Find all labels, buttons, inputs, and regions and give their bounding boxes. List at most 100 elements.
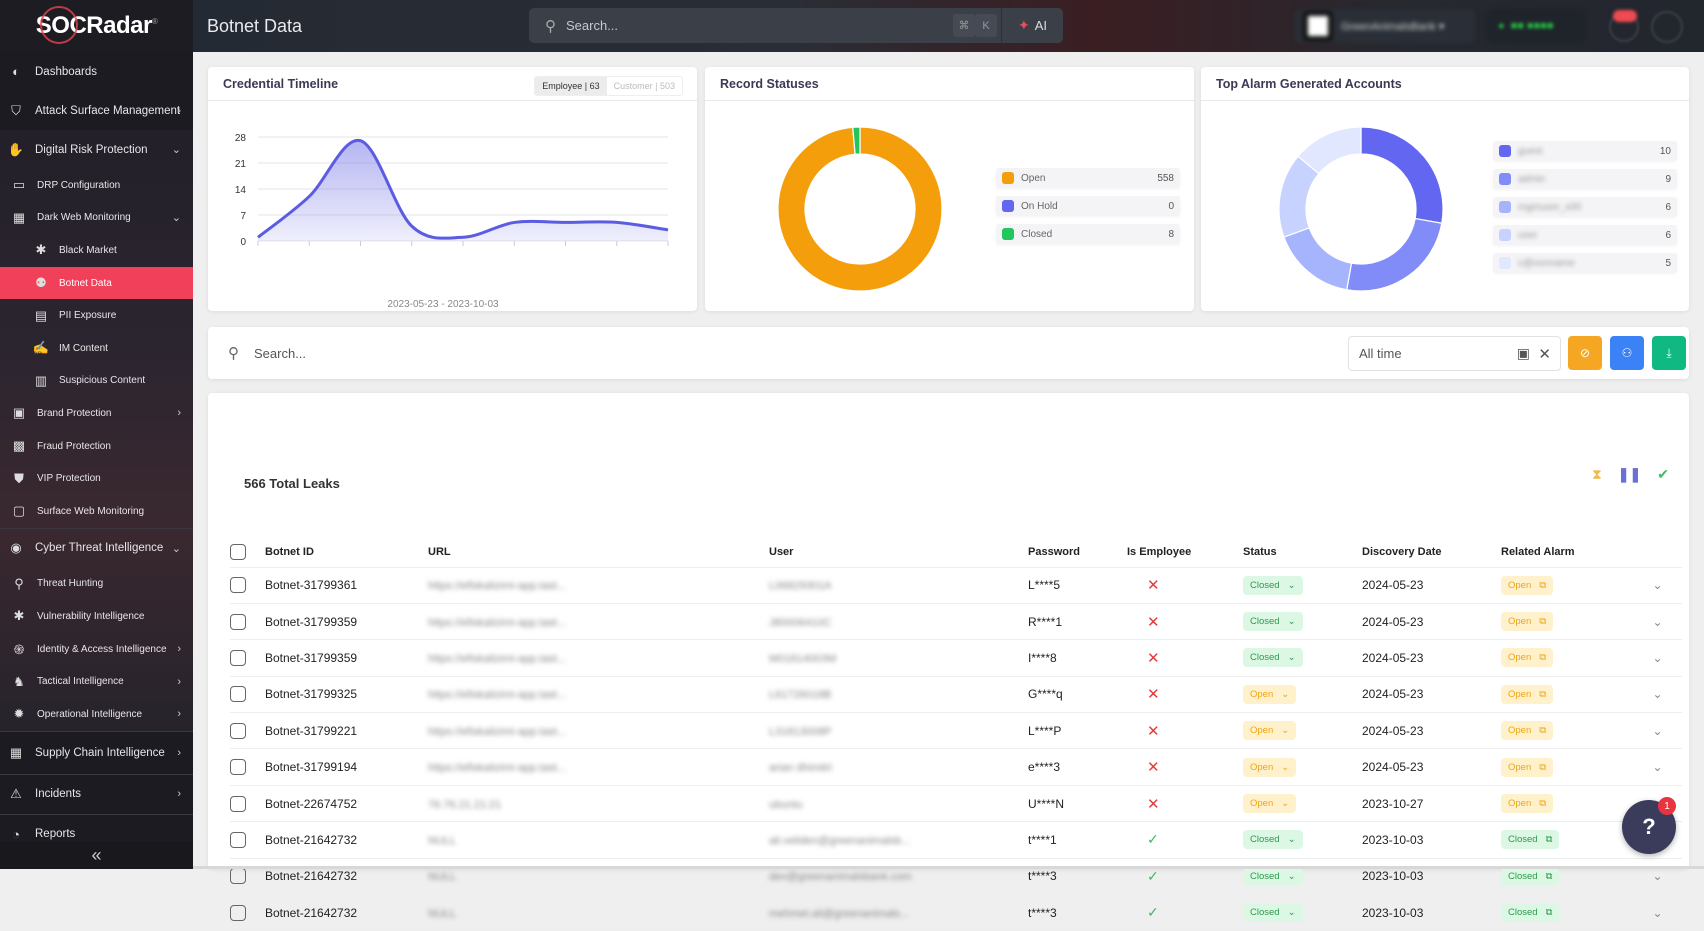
- table-row[interactable]: Botnet-21642732NULLali.veliden@greenanim…: [230, 822, 1682, 858]
- status-dropdown[interactable]: Open⌄: [1243, 758, 1296, 777]
- sidebar-item-incidents[interactable]: ⚠Incidents›: [0, 775, 193, 814]
- column-header[interactable]: Related Alarm: [1501, 538, 1633, 567]
- user-menu-button[interactable]: [1651, 11, 1683, 43]
- user-history-button[interactable]: ⚇: [1610, 336, 1644, 370]
- status-dropdown[interactable]: Closed⌄: [1243, 648, 1303, 667]
- related-alarm-link[interactable]: Closed⧉: [1501, 830, 1559, 849]
- related-alarm-link[interactable]: Open⧉: [1501, 576, 1553, 595]
- table-search-input[interactable]: Search...: [254, 346, 306, 361]
- sidebar-item-surface-web-monitoring[interactable]: ▢Surface Web Monitoring: [0, 495, 193, 528]
- legend-item[interactable]: Open558: [996, 168, 1180, 188]
- related-alarm-link[interactable]: Closed⧉: [1501, 867, 1559, 886]
- legend-item[interactable]: guest10: [1493, 141, 1677, 161]
- row-checkbox[interactable]: [230, 868, 246, 884]
- expand-row-icon[interactable]: ⌄: [1652, 578, 1662, 592]
- status-dropdown[interactable]: Closed⌄: [1243, 612, 1303, 631]
- sidebar-item-brand-protection[interactable]: ▣Brand Protection›: [0, 397, 193, 430]
- column-header[interactable]: Status: [1243, 538, 1362, 567]
- legend-item[interactable]: On Hold0: [996, 196, 1180, 216]
- expand-row-icon[interactable]: ⌄: [1652, 724, 1662, 738]
- select-all-checkbox[interactable]: [230, 544, 246, 560]
- row-checkbox[interactable]: [230, 796, 246, 812]
- column-header[interactable]: Is Employee: [1127, 538, 1243, 567]
- status-dropdown[interactable]: Open⌄: [1243, 721, 1296, 740]
- sidebar-item-dashboards[interactable]: ◐Dashboards: [0, 52, 193, 91]
- legend-item[interactable]: Closed8: [996, 224, 1180, 244]
- column-header[interactable]: Discovery Date: [1362, 538, 1501, 567]
- expand-row-icon[interactable]: ⌄: [1652, 651, 1662, 665]
- sidebar-item-im-content[interactable]: ✍IM Content: [0, 332, 193, 365]
- expand-row-icon[interactable]: ⌄: [1652, 760, 1662, 774]
- related-alarm-link[interactable]: Open⧉: [1501, 685, 1553, 704]
- column-header[interactable]: Password: [1028, 538, 1127, 567]
- sidebar-item-botnet-data[interactable]: ⚉Botnet Data: [0, 267, 193, 300]
- sidebar-item-pii-exposure[interactable]: ▤PII Exposure: [0, 299, 193, 332]
- hide-filter-button[interactable]: ⊘: [1568, 336, 1602, 370]
- legend-item[interactable]: mgmuser_x006: [1493, 197, 1677, 217]
- sidebar-item-attack-surface-management[interactable]: ⛉Attack Surface Management›: [0, 91, 193, 130]
- logo[interactable]: SOCRadar®: [0, 0, 193, 52]
- table-row[interactable]: Botnet-31799359https://efiskalizimi-app.…: [230, 603, 1682, 639]
- sidebar-item-fraud-protection[interactable]: ▩Fraud Protection: [0, 430, 193, 463]
- sidebar-item-black-market[interactable]: ✱Black Market: [0, 234, 193, 267]
- expand-row-icon[interactable]: ⌄: [1652, 687, 1662, 701]
- clear-date-icon[interactable]: ✕: [1538, 345, 1551, 363]
- column-header[interactable]: Botnet ID: [265, 538, 428, 567]
- ai-button[interactable]: ✦AI: [1001, 8, 1063, 43]
- related-alarm-link[interactable]: Open⧉: [1501, 612, 1553, 631]
- table-row[interactable]: Botnet-21642732NULLmehmet.ali@greenanima…: [230, 895, 1682, 931]
- table-row[interactable]: Botnet-21642732NULLdev@greenanimalsbank.…: [230, 858, 1682, 894]
- sidebar-item-vip-protection[interactable]: ⛊VIP Protection: [0, 462, 193, 495]
- date-range-picker[interactable]: All time ▣ ✕: [1348, 336, 1561, 371]
- organization-selector[interactable]: GreenAnimalsBank ▾: [1295, 9, 1475, 43]
- sidebar-item-supply-chain-intelligence[interactable]: ▦Supply Chain Intelligence›: [0, 732, 193, 774]
- donut-slice-admin[interactable]: [1347, 219, 1442, 291]
- sidebar-item-drp-configuration[interactable]: ▭DRP Configuration: [0, 169, 193, 202]
- status-dropdown[interactable]: Closed⌄: [1243, 576, 1303, 595]
- sidebar-item-dark-web-monitoring[interactable]: ▦Dark Web Monitoring⌄: [0, 202, 193, 235]
- sidebar-item-threat-hunting[interactable]: ⚲Threat Hunting: [0, 568, 193, 601]
- related-alarm-link[interactable]: Closed⧉: [1501, 903, 1559, 922]
- sidebar-item-digital-risk-protection[interactable]: ✋Digital Risk Protection⌄: [0, 130, 193, 169]
- sidebar-item-cyber-threat-intelligence[interactable]: ◉Cyber Threat Intelligence⌄: [0, 529, 193, 568]
- expand-row-icon[interactable]: ⌄: [1652, 906, 1662, 920]
- global-search[interactable]: ⚲ Search... ⌘ K ✦AI: [529, 8, 1063, 43]
- donut-slice-guest[interactable]: [1361, 127, 1443, 223]
- legend-item[interactable]: admin9: [1493, 169, 1677, 189]
- expand-row-icon[interactable]: ⌄: [1652, 869, 1662, 883]
- row-checkbox[interactable]: [230, 723, 246, 739]
- sidebar-item-identity-access-intelligence[interactable]: ֍Identity & Access Intelligence›: [0, 633, 193, 666]
- related-alarm-link[interactable]: Open⧉: [1501, 721, 1553, 740]
- collapse-sidebar-button[interactable]: «: [0, 841, 193, 869]
- employee-tab[interactable]: Employee | 63: [535, 77, 606, 95]
- column-header[interactable]: URL: [428, 538, 769, 567]
- table-row[interactable]: Botnet-31799221https://efiskalizimi-app.…: [230, 713, 1682, 749]
- trial-badge[interactable]: ●■■ ■■■■: [1486, 9, 1586, 43]
- sidebar-item-suspicious-content[interactable]: ▥Suspicious Content: [0, 365, 193, 398]
- row-checkbox[interactable]: [230, 832, 246, 848]
- download-button[interactable]: ⤓: [1652, 336, 1686, 370]
- status-dropdown[interactable]: Open⌄: [1243, 685, 1296, 704]
- row-checkbox[interactable]: [230, 650, 246, 666]
- related-alarm-link[interactable]: Open⧉: [1501, 758, 1553, 777]
- table-row[interactable]: Botnet-31799359https://efiskalizimi-app.…: [230, 640, 1682, 676]
- column-header[interactable]: User: [769, 538, 1028, 567]
- sidebar-item-vulnerability-intelligence[interactable]: ✱Vulnerability Intelligence: [0, 600, 193, 633]
- check-icon[interactable]: ✔: [1657, 466, 1669, 483]
- row-checkbox[interactable]: [230, 686, 246, 702]
- donut-slice-mgmuser-x00[interactable]: [1284, 228, 1352, 290]
- status-dropdown[interactable]: Open⌄: [1243, 794, 1296, 813]
- calendar-icon[interactable]: ▣: [1517, 345, 1530, 362]
- row-checkbox[interactable]: [230, 614, 246, 630]
- legend-item[interactable]: user6: [1493, 225, 1677, 245]
- sidebar-item-operational-intelligence[interactable]: ✹Operational Intelligence›: [0, 698, 193, 731]
- row-checkbox[interactable]: [230, 905, 246, 921]
- expand-row-icon[interactable]: ⌄: [1652, 615, 1662, 629]
- table-row[interactable]: Botnet-31799361https://efiskalizimi-app.…: [230, 567, 1682, 603]
- sidebar-item-tactical-intelligence[interactable]: ♞Tactical Intelligence›: [0, 665, 193, 698]
- customer-tab[interactable]: Customer | 503: [607, 77, 682, 95]
- status-dropdown[interactable]: Closed⌄: [1243, 830, 1303, 849]
- row-checkbox[interactable]: [230, 577, 246, 593]
- hourglass-icon[interactable]: ⧗: [1592, 466, 1602, 483]
- table-row[interactable]: Botnet-31799325https://efiskalizimi-app.…: [230, 676, 1682, 712]
